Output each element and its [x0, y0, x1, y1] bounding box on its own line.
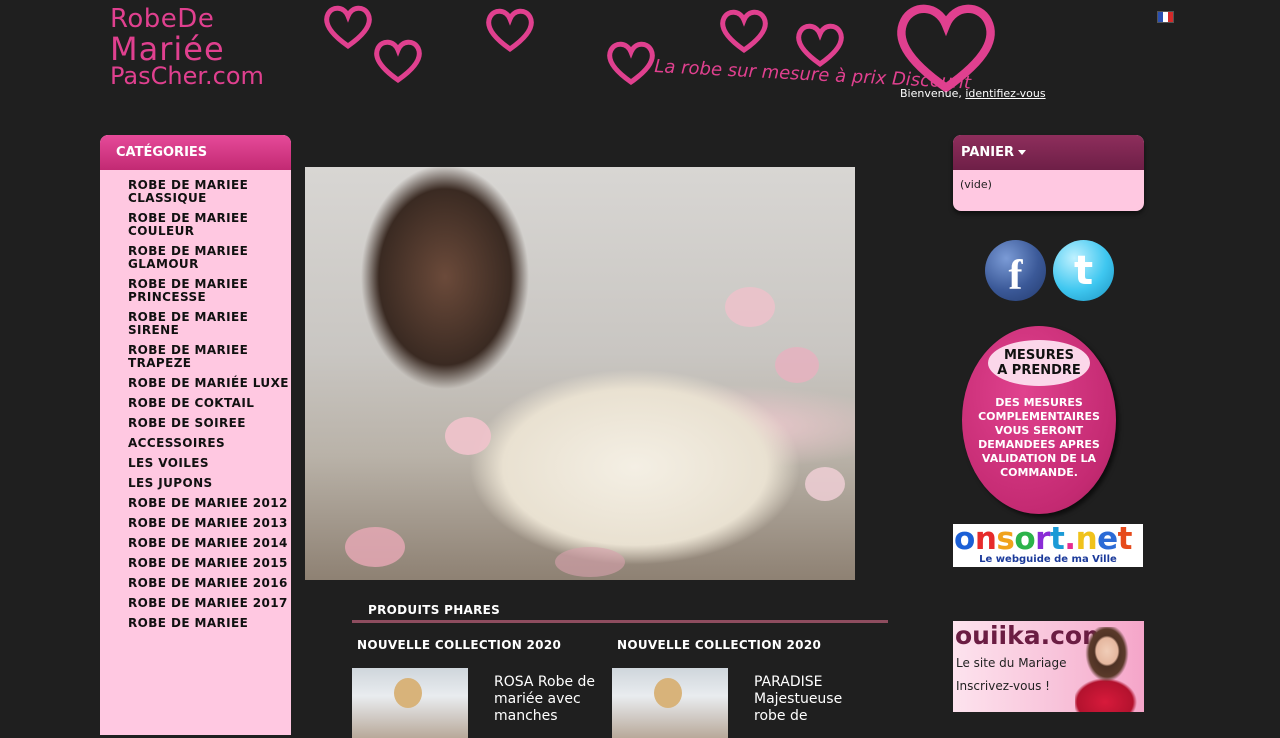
categories-list: ROBE DE MARIEE CLASSIQUE ROBE DE MARIEE … — [100, 170, 291, 630]
product-name[interactable]: ROSA Robe de mariée avec manches — [494, 674, 606, 725]
product-collection[interactable]: NOUVELLE COLLECTION 2020 — [612, 638, 867, 652]
category-item[interactable]: ROBE DE SOIREE — [128, 417, 291, 430]
caret-down-icon — [1018, 150, 1027, 155]
category-item[interactable]: ROBE DE MARIEE PRINCESSE — [128, 278, 291, 304]
onsort-letter: r — [1035, 524, 1050, 557]
mesures-text: DES MESURES COMPLEMENTAIRES VOUS SERONT … — [978, 396, 1100, 479]
onsort-letter: . — [1064, 524, 1076, 557]
logo-line-3: PasCher.com — [110, 62, 264, 90]
facebook-glyph: f — [1008, 252, 1023, 299]
category-item[interactable]: ROBE DE MARIEE — [128, 617, 291, 630]
category-item[interactable]: ACCESSOIRES — [128, 437, 291, 450]
onsort-letter: n — [1075, 524, 1098, 557]
ouiika-line-2: Inscrivez-vous ! — [956, 679, 1050, 693]
onsort-letter: t — [1117, 524, 1133, 557]
category-item[interactable]: ROBE DE MARIEE 2017 — [128, 597, 291, 610]
categories-panel: CATÉGORIES ROBE DE MARIEE CLASSIQUE ROBE… — [100, 135, 291, 735]
category-item[interactable]: ROBE DE MARIEE GLAMOUR — [128, 245, 291, 271]
category-item[interactable]: ROBE DE MARIEE CLASSIQUE — [128, 179, 291, 205]
heart-icon — [720, 9, 768, 54]
category-item[interactable]: LES JUPONS — [128, 477, 291, 490]
product-card[interactable]: NOUVELLE COLLECTION 2020 PARADISE Majest… — [612, 638, 867, 738]
featured-products-title: PRODUITS PHARES — [352, 603, 888, 623]
heart-icon — [486, 8, 534, 53]
heart-icon — [374, 39, 422, 84]
heart-icon — [796, 23, 844, 68]
product-collection[interactable]: NOUVELLE COLLECTION 2020 — [352, 638, 607, 652]
flag-fr-icon[interactable] — [1157, 11, 1174, 23]
onsort-tagline: Le webguide de ma Ville — [979, 554, 1117, 565]
mesures-bubble: MESURES A PRENDRE — [988, 340, 1090, 386]
login-link[interactable]: identifiez-vous — [965, 87, 1045, 100]
onsort-ad-banner[interactable]: onsort.net Le webguide de ma Ville — [953, 524, 1143, 567]
mesures-bubble-line1: MESURES — [1004, 348, 1074, 363]
welcome-message: Bienvenue, identifiez-vous — [900, 87, 1046, 100]
heart-icon — [324, 5, 372, 50]
onsort-letter: n — [974, 524, 997, 557]
hero-banner-image[interactable] — [305, 167, 855, 580]
category-item[interactable]: ROBE DE MARIEE 2013 — [128, 517, 291, 530]
mesures-badge[interactable]: MESURES A PRENDRE DES MESURES COMPLEMENT… — [962, 326, 1116, 514]
categories-title: CATÉGORIES — [100, 135, 291, 170]
twitter-glyph: t — [1073, 247, 1094, 294]
onsort-letter: e — [1097, 524, 1118, 557]
category-item[interactable]: LES VOILES — [128, 457, 291, 470]
cart-title: PANIER — [961, 145, 1015, 160]
product-image[interactable] — [612, 668, 728, 738]
mesures-bubble-line2: A PRENDRE — [997, 363, 1081, 378]
category-item[interactable]: ROBE DE MARIEE 2016 — [128, 577, 291, 590]
onsort-letter: o — [1014, 524, 1036, 557]
onsort-logo: onsort.net — [954, 524, 1133, 557]
ouiika-model-image — [1075, 627, 1139, 712]
facebook-icon[interactable]: f — [985, 240, 1046, 301]
category-item[interactable]: ROBE DE MARIEE 2012 — [128, 497, 291, 510]
onsort-letter: s — [996, 524, 1015, 557]
category-item[interactable]: ROBE DE MARIEE 2014 — [128, 537, 291, 550]
welcome-text: Bienvenue, — [900, 87, 962, 100]
product-name[interactable]: PARADISE Majestueuse robe de — [754, 674, 866, 725]
twitter-icon[interactable]: t — [1053, 240, 1114, 301]
ouiika-ad-banner[interactable]: ouiika.com Le site du Mariage Inscrivez-… — [953, 621, 1144, 712]
site-logo[interactable]: RobeDe Mariée PasCher.com — [108, 4, 298, 94]
product-card[interactable]: NOUVELLE COLLECTION 2020 ROSA Robe de ma… — [352, 638, 607, 738]
category-item[interactable]: ROBE DE MARIEE SIRENE — [128, 311, 291, 337]
onsort-letter: t — [1049, 524, 1065, 557]
product-image[interactable] — [352, 668, 468, 738]
ouiika-line-1: Le site du Mariage — [956, 656, 1067, 670]
category-item[interactable]: ROBE DE MARIÉE LUXE — [128, 377, 291, 390]
heart-icon — [607, 41, 655, 86]
cart-status: (vide) — [960, 178, 992, 191]
category-item[interactable]: ROBE DE MARIEE TRAPEZE — [128, 344, 291, 370]
cart-panel: PANIER (vide) — [953, 135, 1144, 211]
category-item[interactable]: ROBE DE COKTAIL — [128, 397, 291, 410]
onsort-letter: o — [954, 524, 975, 557]
category-item[interactable]: ROBE DE MARIEE 2015 — [128, 557, 291, 570]
cart-toggle[interactable]: PANIER — [953, 135, 1144, 170]
category-item[interactable]: ROBE DE MARIEE COULEUR — [128, 212, 291, 238]
